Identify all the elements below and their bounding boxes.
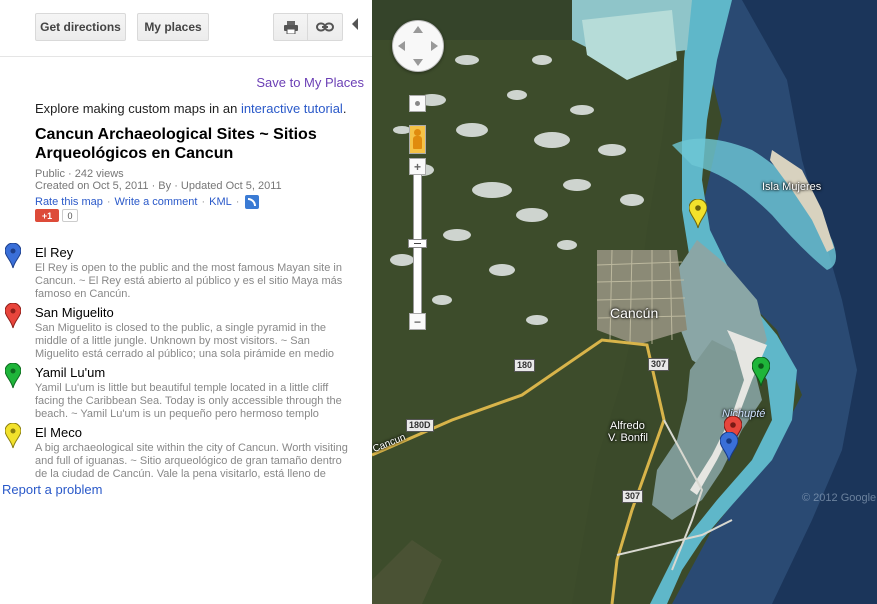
red-marker-icon[interactable] xyxy=(5,303,21,329)
yellow-marker-icon[interactable] xyxy=(5,423,21,449)
plusone-count: 0 xyxy=(62,209,78,222)
list-item[interactable]: El Rey El Rey is open to the public and … xyxy=(0,243,372,303)
isla-mujeres-label: Isla Mujeres xyxy=(762,181,822,193)
link-icon xyxy=(316,22,334,32)
map-actions: Rate this map · Write a comment · KML · xyxy=(35,195,260,209)
yamil-luum-marker-icon[interactable] xyxy=(752,357,770,387)
map-copyright: © 2012 Google xyxy=(802,492,877,504)
list-item[interactable]: San Miguelito San Miguelito is closed to… xyxy=(0,303,372,363)
save-to-my-places-link[interactable]: Save to My Places xyxy=(256,75,364,90)
explore-text: Explore making custom maps in an interac… xyxy=(35,101,346,116)
write-comment-link[interactable]: Write a comment xyxy=(115,196,198,208)
separator: · xyxy=(106,196,111,208)
zoom-reset-button[interactable] xyxy=(409,95,426,112)
georss-icon[interactable] xyxy=(245,195,260,209)
place-name[interactable]: Yamil Lu'um xyxy=(35,365,105,380)
pan-right-icon[interactable] xyxy=(431,41,438,51)
interactive-tutorial-link[interactable]: interactive tutorial xyxy=(241,101,343,116)
left-panel: Get directions My places Save to My Plac… xyxy=(0,0,372,604)
plusone-widget: +1 0 xyxy=(35,209,78,222)
place-name[interactable]: San Miguelito xyxy=(35,305,114,320)
places-list: El Rey El Rey is open to the public and … xyxy=(0,243,372,483)
print-button[interactable] xyxy=(273,13,308,41)
satellite-map[interactable]: Isla Mujeres Cancún Nichupté Alfredo V. … xyxy=(372,0,877,604)
explore-label: Explore making custom maps in an xyxy=(35,101,238,116)
rate-map-link[interactable]: Rate this map xyxy=(35,196,103,208)
cancun-city-label: Cancún xyxy=(610,305,659,321)
route-307-shield: 307 xyxy=(648,358,670,371)
pan-up-icon[interactable] xyxy=(413,26,423,33)
explore-end: . xyxy=(342,101,347,116)
place-name[interactable]: El Meco xyxy=(35,425,82,440)
toolbar: Get directions My places xyxy=(0,0,372,57)
zoom-out-button[interactable]: − xyxy=(409,313,426,330)
zoom-in-button[interactable]: + xyxy=(409,158,426,175)
route-180d-shield: 180D xyxy=(406,419,434,432)
report-problem-link[interactable]: Report a problem xyxy=(2,482,102,497)
place-description: A big archaeological site within the cit… xyxy=(35,442,348,480)
pan-down-icon[interactable] xyxy=(413,59,423,66)
street-view-pegman-icon[interactable] xyxy=(409,125,426,154)
map-title: Cancun Archaeological Sites ~ Sitios Arq… xyxy=(35,126,317,162)
green-marker-icon[interactable] xyxy=(5,363,21,389)
get-directions-button[interactable]: Get directions xyxy=(35,13,126,41)
pan-left-icon[interactable] xyxy=(398,41,405,51)
place-name[interactable]: El Rey xyxy=(35,245,73,260)
el-meco-marker-icon[interactable] xyxy=(689,199,707,229)
el-rey-marker-icon[interactable] xyxy=(720,432,738,462)
satellite-imagery xyxy=(372,0,877,604)
list-item[interactable]: El Meco A big archaeological site within… xyxy=(0,423,372,483)
separator: · xyxy=(235,196,240,208)
print-icon xyxy=(283,20,298,34)
blue-marker-icon[interactable] xyxy=(5,243,21,269)
separator: · xyxy=(201,196,206,208)
place-description: El Rey is open to the public and the mos… xyxy=(35,262,343,300)
alfredo-label: Alfredo xyxy=(610,420,645,432)
bonfil-label: V. Bonfil xyxy=(608,432,648,444)
pan-control[interactable] xyxy=(392,20,444,72)
list-item[interactable]: Yamil Lu'um Yamil Lu'um is little but be… xyxy=(0,363,372,423)
link-button[interactable] xyxy=(308,13,343,41)
map-created-updated: Created on Oct 5, 2011 · By · Updated Oc… xyxy=(35,180,282,192)
collapse-panel-icon[interactable] xyxy=(352,18,358,30)
route-180-shield: 180 xyxy=(514,359,536,372)
plusone-button[interactable]: +1 xyxy=(35,209,59,222)
place-description: San Miguelito is closed to the public, a… xyxy=(35,322,335,360)
map-visibility-views: Public · 242 views xyxy=(35,168,124,180)
place-description: Yamil Lu'um is little but beautiful temp… xyxy=(35,382,342,420)
my-places-button[interactable]: My places xyxy=(137,13,209,41)
route-307-shield: 307 xyxy=(622,490,644,503)
kml-link[interactable]: KML xyxy=(209,196,232,208)
zoom-slider-handle[interactable] xyxy=(408,239,427,248)
